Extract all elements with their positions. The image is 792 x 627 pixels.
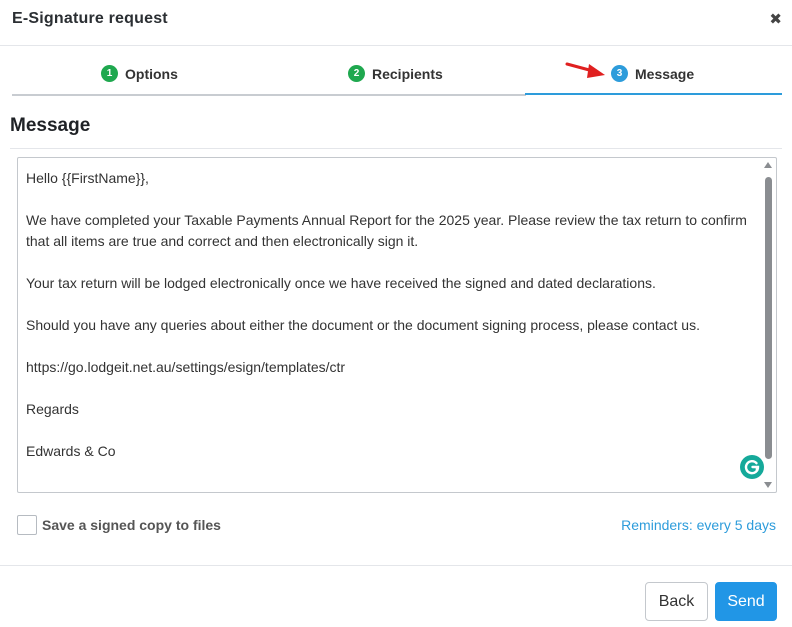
red-arrow-annotation-icon: [565, 62, 605, 78]
save-copy-label: Save a signed copy to files: [42, 517, 221, 533]
back-button[interactable]: Back: [645, 582, 708, 621]
tab-options[interactable]: 1 Options: [101, 65, 178, 82]
scroll-thumb[interactable]: [765, 177, 772, 459]
tab-message-label: Message: [635, 65, 695, 82]
footer-divider: [0, 565, 792, 566]
section-title: Message: [10, 115, 91, 136]
message-paragraph: Edwards & Co: [26, 443, 116, 459]
tab-recipients[interactable]: 2 Recipients: [348, 65, 443, 82]
send-button[interactable]: Send: [715, 582, 777, 621]
message-textarea[interactable]: Hello {{FirstName}}, We have completed y…: [17, 157, 777, 493]
message-paragraph: https://go.lodgeit.net.au/settings/esign…: [26, 359, 346, 375]
message-paragraph: Regards: [26, 401, 79, 417]
message-body[interactable]: Hello {{FirstName}}, We have completed y…: [26, 168, 761, 483]
grammarly-icon[interactable]: [740, 455, 764, 479]
section-divider: [10, 148, 782, 149]
close-icon[interactable]: ✖: [769, 12, 782, 28]
dialog-title: E-Signature request: [12, 10, 168, 27]
dialog-header: E-Signature request ✖: [0, 0, 792, 46]
message-paragraph: Hello {{FirstName}},: [26, 170, 149, 186]
tab-active-indicator: [525, 93, 782, 95]
step-badge-1: 1: [101, 65, 118, 82]
textarea-scrollbar[interactable]: [762, 160, 774, 490]
step-badge-3: 3: [611, 65, 628, 82]
reminders-link[interactable]: Reminders: every 5 days: [621, 517, 776, 533]
save-copy-option[interactable]: Save a signed copy to files: [17, 515, 221, 535]
tab-baseline: [12, 94, 526, 96]
scroll-down-icon[interactable]: [764, 482, 772, 488]
step-badge-2: 2: [348, 65, 365, 82]
wizard-tabs: 1 Options 2 Recipients 3 Message: [12, 56, 782, 96]
save-copy-checkbox[interactable]: [17, 515, 37, 535]
message-paragraph: We have completed your Taxable Payments …: [26, 212, 747, 249]
message-paragraph: Should you have any queries about either…: [26, 317, 700, 333]
tab-message[interactable]: 3 Message: [611, 65, 694, 82]
tab-recipients-label: Recipients: [372, 65, 443, 82]
message-paragraph: Your tax return will be lodged electroni…: [26, 275, 656, 291]
grammarly-g-glyph: [744, 460, 760, 475]
scroll-up-icon[interactable]: [764, 162, 772, 168]
tab-options-label: Options: [125, 65, 178, 82]
